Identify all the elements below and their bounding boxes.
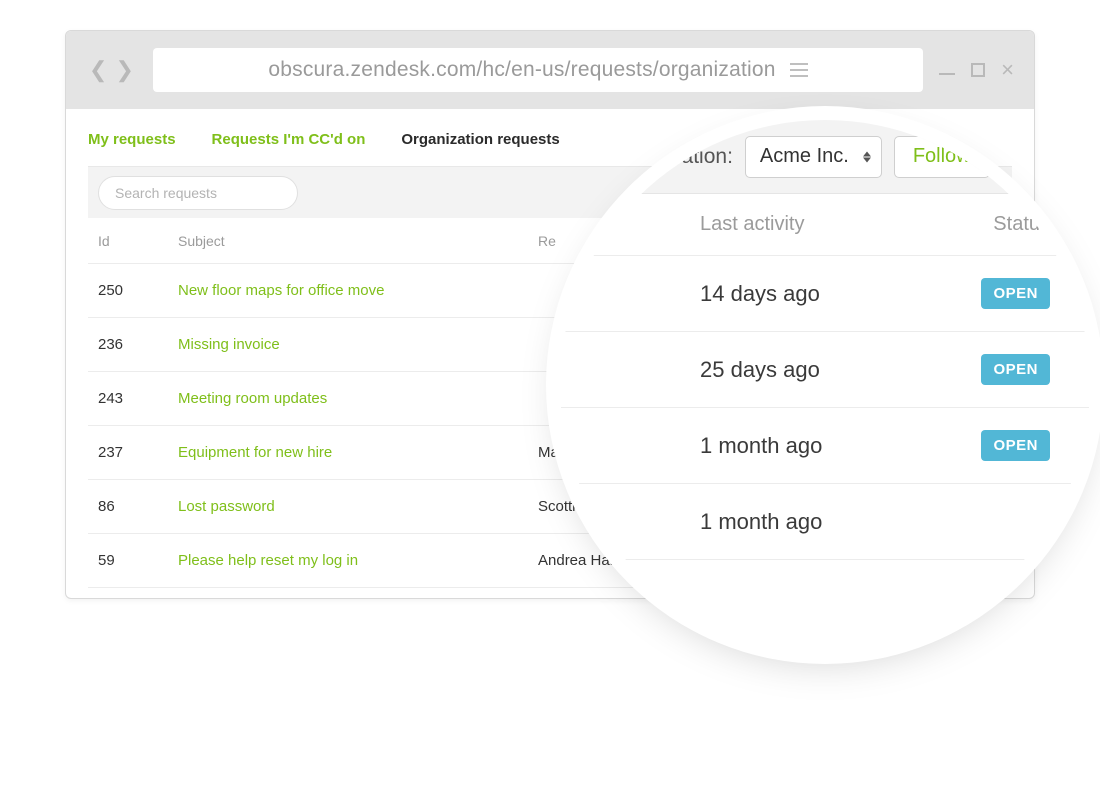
cell-id: 237: [98, 444, 178, 461]
cell-subject[interactable]: New floor maps for office move: [178, 282, 538, 299]
follow-button[interactable]: Follow: [894, 136, 990, 178]
minimize-button[interactable]: [939, 65, 955, 75]
address-bar[interactable]: obscura.zendesk.com/hc/en-us/requests/or…: [153, 48, 923, 92]
cell-subject[interactable]: Please help reset my log in: [178, 552, 538, 569]
forward-button[interactable]: ❯: [112, 57, 136, 83]
follow-label: Follow: [913, 145, 971, 168]
cell-activity: 1 month ago: [700, 433, 940, 459]
col-last-activity: Last activity: [700, 213, 940, 236]
col-subject: Subject: [178, 233, 538, 249]
hamburger-icon[interactable]: [790, 63, 808, 77]
window-controls: ×: [939, 59, 1014, 81]
cell-subject[interactable]: Lost password: [178, 498, 538, 515]
cell-subject[interactable]: Meeting room updates: [178, 390, 538, 407]
cell-activity: 25 days ago: [700, 357, 940, 383]
cell-id: 250: [98, 282, 178, 299]
status-badge: OPEN: [981, 278, 1050, 309]
url-text: obscura.zendesk.com/hc/en-us/requests/or…: [268, 58, 775, 82]
organization-label: Organization:: [608, 145, 733, 169]
zoom-table-header: Last activity Status: [560, 194, 1090, 256]
zoom-row: 25 days ago OPEN: [560, 332, 1090, 408]
status-badge: OPEN: [981, 430, 1050, 461]
cell-subject[interactable]: Missing invoice: [178, 336, 538, 353]
zoom-row: 14 days ago OPEN: [560, 256, 1090, 332]
organization-select[interactable]: Acme Inc.: [745, 136, 882, 178]
cell-id: 236: [98, 336, 178, 353]
zoom-row: 1 month ago: [560, 484, 1090, 560]
cell-id: 86: [98, 498, 178, 515]
cell-subject[interactable]: Equipment for new hire: [178, 444, 538, 461]
search-placeholder: Search requests: [115, 185, 217, 201]
browser-toolbar: ❮ ❯ obscura.zendesk.com/hc/en-us/request…: [66, 31, 1034, 109]
select-arrows-icon: [863, 151, 871, 162]
cell-activity: 14 days ago: [700, 281, 940, 307]
tab-ccd-requests[interactable]: Requests I'm CC'd on: [212, 131, 366, 148]
zoom-filter-bar: Organization: Acme Inc. Follow: [560, 120, 1090, 194]
cell-activity: 1 month ago: [700, 509, 940, 535]
search-input[interactable]: Search requests: [98, 176, 298, 210]
maximize-button[interactable]: [971, 63, 985, 77]
organization-value: Acme Inc.: [760, 145, 849, 168]
zoom-overlay: Organization: Acme Inc. Follow Last acti…: [560, 120, 1090, 650]
status-badge: OPEN: [981, 354, 1050, 385]
cell-id: 59: [98, 552, 178, 569]
tab-organization-requests[interactable]: Organization requests: [401, 131, 559, 148]
close-button[interactable]: ×: [1001, 59, 1014, 81]
cell-id: 243: [98, 390, 178, 407]
col-status: Status: [940, 213, 1050, 236]
tab-my-requests[interactable]: My requests: [88, 131, 176, 148]
back-button[interactable]: ❮: [86, 57, 110, 83]
nav-arrows: ❮ ❯: [86, 57, 137, 83]
col-id: Id: [98, 233, 178, 249]
zoom-row: 1 month ago OPEN: [560, 408, 1090, 484]
